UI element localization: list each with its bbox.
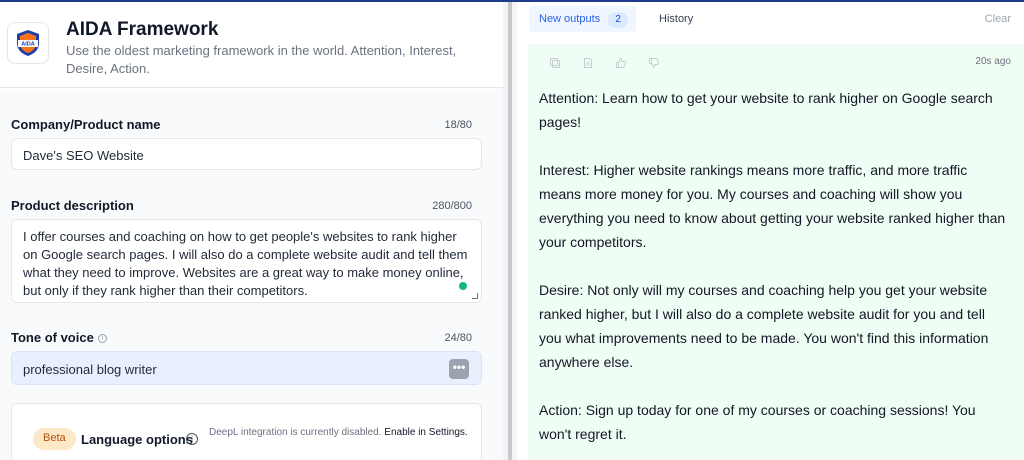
output-card: 20s ago Attention: Learn how to get your…	[528, 44, 1024, 460]
output-paragraph-action: Action: Sign up today for one of my cour…	[539, 402, 976, 442]
tone-input-value: professional blog writer	[23, 362, 157, 377]
deepl-note: DeepL integration is currently disabled.…	[209, 426, 469, 440]
more-options-button[interactable]: •••	[449, 359, 469, 379]
output-paragraph-interest: Interest: Higher website rankings means …	[539, 162, 1006, 250]
output-tabs: New outputs 2 History Clear	[517, 2, 1024, 36]
page-title: AIDA Framework	[66, 19, 219, 40]
page-subtitle: Use the oldest marketing framework in th…	[66, 43, 457, 76]
output-paragraph-attention: Attention: Learn how to get your website…	[539, 90, 993, 130]
tone-label-text: Tone of voice	[11, 330, 94, 345]
tone-counter: 24/80	[444, 332, 472, 344]
output-text[interactable]: Attention: Learn how to get your website…	[539, 86, 1009, 460]
language-options-label: Language options	[81, 432, 193, 447]
tone-input[interactable]: professional blog writer •••	[11, 351, 482, 385]
beta-badge: Beta	[33, 428, 76, 450]
output-paragraph-desire: Desire: Not only will my courses and coa…	[539, 282, 989, 370]
company-input[interactable]: Dave's SEO Website	[11, 138, 482, 170]
resize-handle-icon[interactable]	[472, 293, 478, 299]
new-outputs-count-badge: 2	[608, 12, 629, 28]
clear-button[interactable]: Clear	[985, 13, 1011, 25]
company-input-value: Dave's SEO Website	[23, 148, 144, 163]
thumbs-down-icon[interactable]	[648, 57, 660, 69]
output-panel: New outputs 2 History Clear 20s ago Atte…	[517, 2, 1024, 460]
language-info-icon[interactable]: i	[186, 433, 198, 445]
panel-divider[interactable]	[503, 2, 517, 460]
description-label: Product description	[11, 198, 134, 213]
tab-new-outputs-label: New outputs	[539, 13, 601, 25]
copy-icon[interactable]	[549, 57, 561, 69]
input-panel: AIDA AIDA Framework Use the oldest marke…	[0, 2, 503, 460]
deepl-note-text: DeepL integration is currently disabled.	[209, 427, 382, 438]
template-form: Company/Product name 18/80 Dave's SEO We…	[0, 89, 503, 460]
thumbs-up-icon[interactable]	[615, 57, 627, 69]
enable-settings-link[interactable]: Enable in Settings.	[384, 427, 467, 438]
tab-new-outputs[interactable]: New outputs 2	[529, 6, 637, 32]
template-header: AIDA AIDA Framework Use the oldest marke…	[0, 2, 503, 88]
tone-info-icon[interactable]: i	[97, 334, 107, 344]
document-icon[interactable]	[582, 57, 594, 69]
logo-text: AIDA	[21, 42, 34, 48]
description-textarea-value: I offer courses and coaching on how to g…	[23, 229, 468, 298]
grammar-status-dot	[459, 282, 467, 290]
aida-logo-icon: AIDA	[17, 30, 39, 56]
language-options-card: Beta Language options i DeepL integratio…	[11, 403, 482, 460]
tab-history[interactable]: History	[659, 13, 693, 25]
output-timestamp: 20s ago	[975, 56, 1011, 67]
description-counter: 280/800	[432, 200, 472, 212]
scrollbar[interactable]	[508, 2, 512, 460]
company-counter: 18/80	[444, 119, 472, 131]
description-textarea[interactable]: I offer courses and coaching on how to g…	[11, 219, 482, 303]
aida-logo: AIDA	[7, 22, 49, 64]
tone-label: Tone of voice i	[11, 330, 107, 345]
company-label: Company/Product name	[11, 117, 161, 132]
